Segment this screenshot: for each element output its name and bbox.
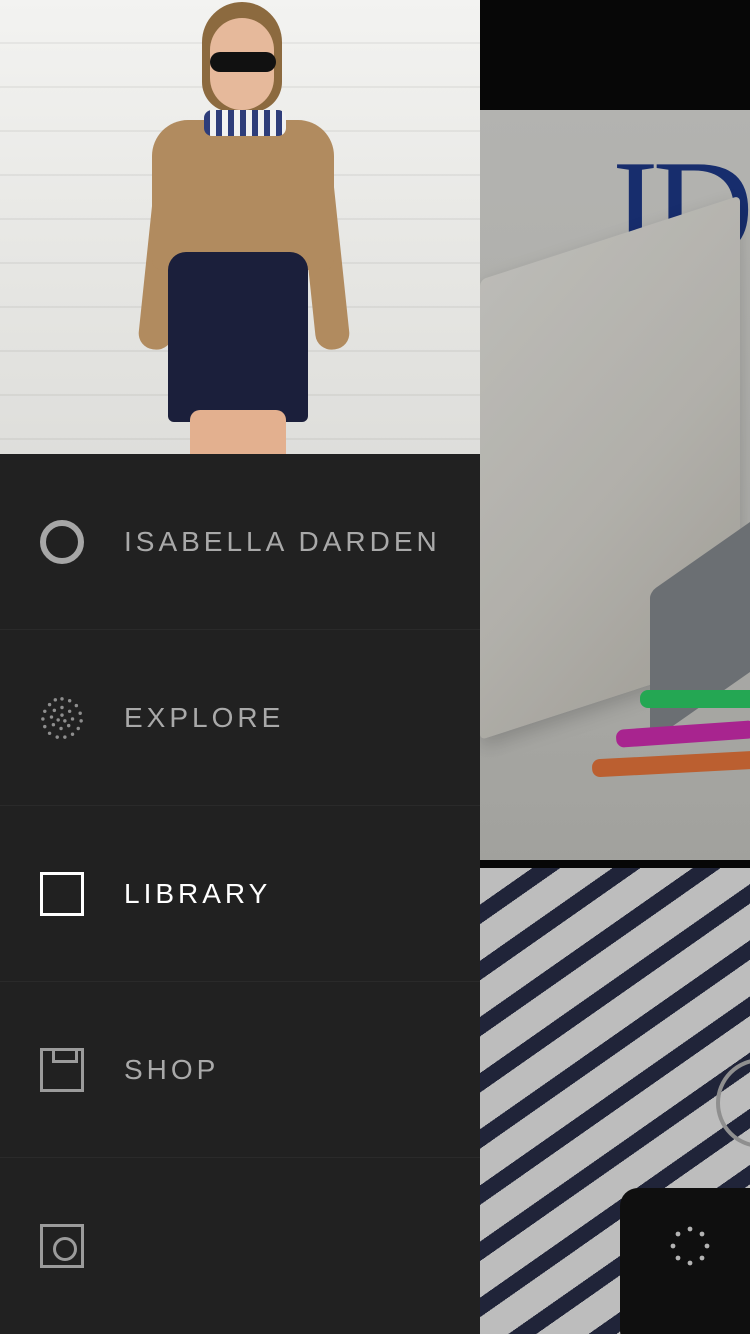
menu-bottom-row [0, 1158, 480, 1334]
menu-item-explore[interactable]: EXPLORE [0, 630, 480, 806]
menu-item-library[interactable]: LIBRARY [0, 806, 480, 982]
menu-item-label: SHOP [124, 1053, 220, 1085]
square-library-icon [40, 871, 84, 916]
drawer-menu: ISABELLA DARDEN EXPLORE LIBRARY SHOP [0, 454, 480, 1334]
dotted-circle-explore-icon [40, 696, 84, 740]
circle-profile-icon [40, 519, 84, 564]
menu-item-shop[interactable]: SHOP [0, 982, 480, 1158]
navigation-drawer: ISABELLA DARDEN EXPLORE LIBRARY SHOP [0, 0, 480, 1334]
profile-photo[interactable] [0, 0, 480, 454]
drawer-overlay-dim[interactable] [480, 0, 750, 1334]
skirt-graphic [168, 252, 308, 422]
sunglasses-graphic [210, 52, 276, 72]
profile-person [137, 0, 351, 454]
shop-box-icon [40, 1047, 84, 1092]
settings-dots-icon[interactable] [670, 1226, 710, 1266]
camera-icon[interactable] [40, 1224, 84, 1268]
menu-item-label: ISABELLA DARDEN [124, 525, 441, 557]
sweater-graphic [152, 120, 334, 270]
menu-item-label: LIBRARY [124, 877, 272, 909]
menu-item-profile[interactable]: ISABELLA DARDEN [0, 454, 480, 630]
collar-graphic [204, 110, 286, 136]
menu-item-label: EXPLORE [124, 701, 285, 733]
legs-graphic [190, 410, 286, 454]
